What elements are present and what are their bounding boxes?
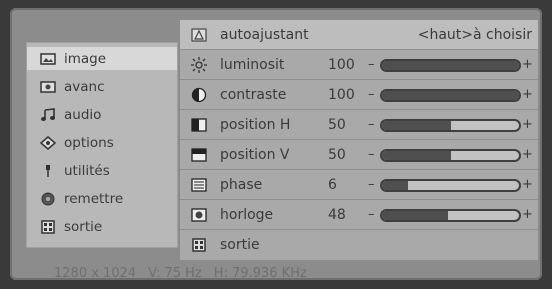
setting-value: 50 [328,146,346,163]
menu-item-advanced[interactable]: avanc [27,75,177,98]
menu-label: image [64,50,107,67]
setting-value: 6 [328,176,337,193]
slider-fill [382,211,448,220]
row-h-position[interactable]: position H 50 – + [180,110,538,140]
menu-item-exit[interactable]: sortie [27,215,177,238]
h-position-icon [190,117,208,133]
vertical-frequency-text: V: 75 Hz [148,266,202,281]
setting-value: 48 [328,206,346,223]
reset-icon [39,192,57,206]
options-icon [39,135,57,150]
decrease-icon[interactable]: – [368,207,375,222]
row-label: sortie [220,236,260,253]
row-brightness[interactable]: luminosit 100 – + [180,50,538,80]
slider-fill [382,151,451,160]
brightness-slider[interactable] [380,59,521,72]
setting-value: 100 [328,86,355,103]
decrease-icon[interactable]: – [368,117,375,132]
clock-icon [190,207,208,223]
auto-adjust-icon [190,27,208,43]
row-auto-adjust[interactable]: autoajustant <haut>à choisir [180,20,538,50]
menu-label: audio [64,106,102,123]
menu-label: options [64,134,114,151]
increase-icon[interactable]: + [522,207,533,222]
brightness-icon [190,56,208,73]
phase-icon [190,177,208,193]
resolution-text: 1280 x 1024 [54,266,137,281]
row-label: horloge [220,206,274,223]
contrast-icon [190,87,208,103]
advanced-icon [39,80,57,94]
main-menu: image avanc audio options utilités remet… [26,42,178,248]
row-contrast[interactable]: contraste 100 – + [180,80,538,110]
row-v-position[interactable]: position V 50 – + [180,140,538,170]
v-position-slider[interactable] [380,149,521,162]
row-label: position H [220,116,291,133]
row-clock[interactable]: horloge 48 – + [180,200,538,230]
setting-value: 100 [328,56,355,73]
music-note-icon [39,107,57,122]
decrease-icon[interactable]: – [368,147,375,162]
v-position-icon [190,147,208,163]
slider-fill [382,91,519,100]
menu-label: avanc [64,78,105,95]
row-label: autoajustant [220,26,309,43]
menu-label: remettre [64,190,124,207]
menu-item-utilities[interactable]: utilités [27,159,177,182]
increase-icon[interactable]: + [522,57,533,72]
utilities-icon [39,164,57,178]
phase-slider[interactable] [380,179,521,192]
row-label: phase [220,176,263,193]
slider-fill [382,61,519,70]
navigation-hint: <haut>à choisir [417,26,532,43]
row-label: position V [220,146,290,163]
exit-icon [190,237,208,253]
osd-window: image avanc audio options utilités remet… [10,8,542,281]
menu-item-options[interactable]: options [27,131,177,154]
menu-label: utilités [64,162,110,179]
increase-icon[interactable]: + [522,117,533,132]
menu-item-audio[interactable]: audio [27,103,177,126]
settings-panel: autoajustant <haut>à choisir luminosit 1… [180,20,538,260]
slider-fill [382,181,409,190]
slider-fill [382,121,451,130]
exit-icon [39,219,57,234]
row-label: contraste [220,86,287,103]
status-bar: 1280 x 1024 V: 75 Hz H: 79.936 KHz [54,266,307,281]
row-label: luminosit [220,56,285,73]
menu-label: sortie [64,218,103,235]
decrease-icon[interactable]: – [368,57,375,72]
decrease-icon[interactable]: – [368,177,375,192]
image-icon [39,52,57,66]
menu-item-image[interactable]: image [27,47,177,70]
row-exit[interactable]: sortie [180,230,538,259]
setting-value: 50 [328,116,346,133]
clock-slider[interactable] [380,209,521,222]
increase-icon[interactable]: + [522,87,533,102]
contrast-slider[interactable] [380,89,521,102]
increase-icon[interactable]: + [522,177,533,192]
h-position-slider[interactable] [380,119,521,132]
horizontal-frequency-text: H: 79.936 KHz [213,266,307,281]
increase-icon[interactable]: + [522,147,533,162]
row-phase[interactable]: phase 6 – + [180,170,538,200]
decrease-icon[interactable]: – [368,87,375,102]
menu-item-reset[interactable]: remettre [27,187,177,210]
